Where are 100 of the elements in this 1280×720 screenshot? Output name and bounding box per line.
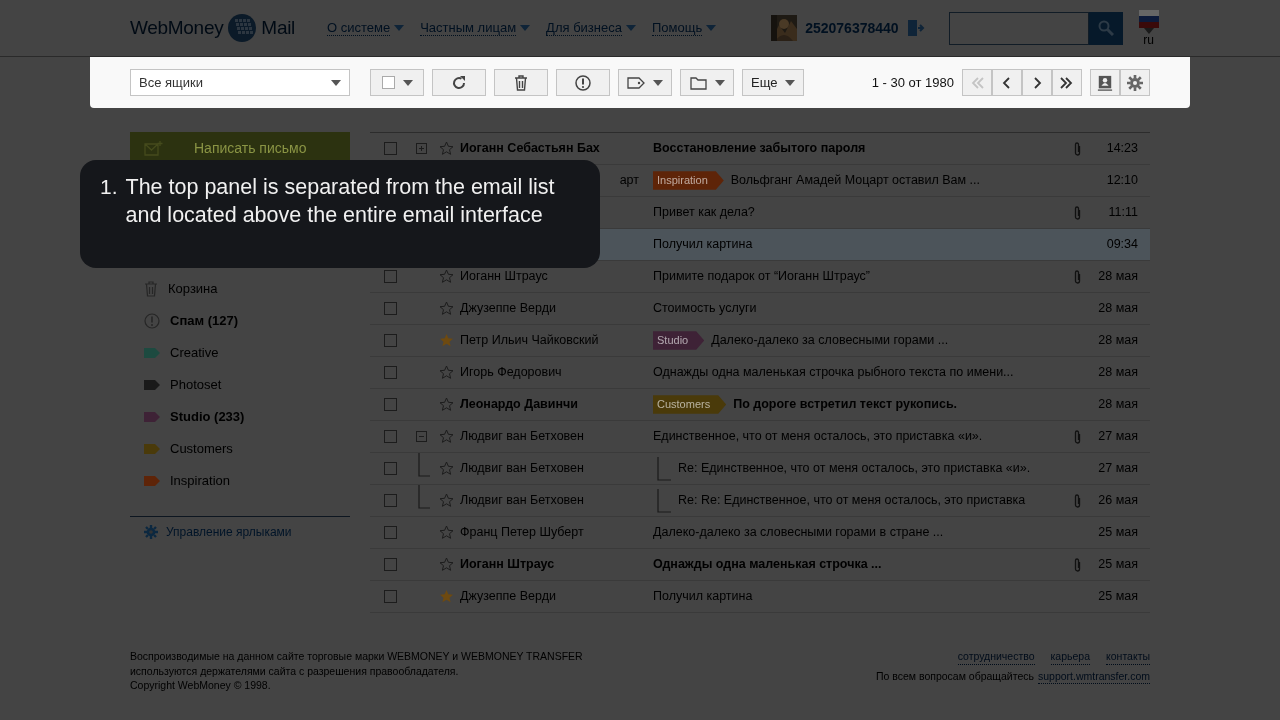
alert-icon [575, 74, 591, 91]
caret-icon [653, 79, 663, 86]
previous-page-button[interactable] [992, 69, 1022, 96]
message-date: 28 мая [1097, 364, 1139, 382]
sender-name: Людвиг ван Бетховен [460, 461, 584, 476]
label-name: Photoset [170, 376, 222, 395]
label-item[interactable]: Creative [130, 337, 350, 369]
next-page-button[interactable] [1022, 69, 1052, 96]
checkbox[interactable] [383, 590, 397, 603]
mailbox-select[interactable]: Все ящики [130, 69, 350, 96]
message-row[interactable]: Иоганн Штраус Однажды одна маленькая строчка ... 25 мая [370, 549, 1150, 581]
checkbox[interactable] [383, 270, 397, 283]
sender-name: арт [619, 173, 639, 188]
star-icon[interactable] [438, 557, 454, 572]
thread-line-icon [657, 488, 671, 513]
nav-menu-link[interactable]: Помощь [651, 19, 717, 37]
star-icon[interactable] [438, 269, 454, 284]
step-number: 1. [100, 174, 118, 200]
folder-item[interactable]: Корзина [130, 273, 350, 305]
checkbox[interactable] [383, 142, 397, 155]
message-row[interactable]: Игорь Федорович Однажды одна маленькая строчка рыбного текста по имени... 28 мая [370, 357, 1150, 389]
message-subject: Однажды одна маленькая строчка ... [653, 556, 882, 574]
alert-icon [144, 313, 160, 329]
folder-button[interactable] [680, 69, 734, 96]
checkbox[interactable] [383, 366, 397, 379]
caret-icon [394, 25, 405, 31]
copyright-text: используются держателями сайта с разрешения правообладателя. [130, 663, 460, 679]
nav-menu-link[interactable]: Для бизнеса [546, 19, 636, 37]
trash-icon [144, 281, 158, 297]
collapse-icon[interactable] [415, 431, 427, 442]
star-icon[interactable] [438, 429, 454, 444]
footer-link[interactable]: сотрудничество [957, 649, 1035, 665]
message-row[interactable]: Франц Петер Шуберт Далеко-далеко за словесными горами в стране ... 25 мая [370, 517, 1150, 549]
last-page-button[interactable] [1052, 69, 1082, 96]
language-selector[interactable]: ru [1138, 10, 1159, 46]
logo-text: Mail [261, 15, 295, 40]
message-subject: Получил картина [653, 588, 753, 606]
label-item[interactable]: Inspiration [130, 465, 350, 497]
message-date: 27 мая [1097, 460, 1139, 478]
refresh-button[interactable] [432, 69, 486, 96]
label-item[interactable]: Studio (233) [130, 401, 350, 433]
manage-labels-link[interactable]: Управление ярлыками [166, 523, 292, 541]
message-row[interactable]: Петр Ильич Чайковский Studio Далеко-далеко за словесными горами ... 28 мая [370, 325, 1150, 357]
gear-icon [144, 525, 158, 539]
checkbox[interactable] [383, 558, 397, 571]
gear-icon [1127, 73, 1143, 92]
compose-icon [144, 140, 164, 156]
star-icon[interactable] [438, 365, 454, 380]
spam-button[interactable] [556, 69, 610, 96]
message-date: 27 мая [1097, 428, 1139, 446]
copyright-text: Воспроизводимые на данном сайте торговые марки WEBMONEY и WEBMONEY TRANSFER [130, 649, 583, 664]
checkbox[interactable] [383, 398, 397, 411]
footer-link[interactable]: контакты [1106, 649, 1150, 665]
star-icon[interactable] [438, 301, 454, 316]
checkbox[interactable] [383, 526, 397, 539]
search-field[interactable] [948, 11, 1089, 45]
logo-text: WebMoney [130, 15, 224, 40]
star-icon[interactable] [438, 397, 454, 412]
select-button[interactable] [370, 69, 424, 96]
contacts-button[interactable] [1090, 69, 1120, 96]
sender-name: Людвиг ван Бетховен [460, 429, 584, 444]
message-row[interactable]: Джузеппе Верди Получил картина 25 мая [370, 581, 1150, 613]
sender-name: Игорь Федорович [460, 365, 562, 380]
star-icon[interactable] [438, 493, 454, 508]
nav-menu-link[interactable]: О системе [327, 19, 405, 37]
expand-icon[interactable] [415, 143, 427, 154]
label-button[interactable] [618, 69, 672, 96]
message-subject: Восстановление забытого пароля [653, 140, 866, 158]
nav-menu-link[interactable]: Частным лицам [420, 19, 531, 37]
message-date: 26 мая [1097, 492, 1139, 510]
support-link[interactable]: support.wmtransfer.com [1037, 668, 1150, 685]
message-row[interactable]: Людвиг ван Бетховен Re: Re: Единственное, что от меня осталось, это приставка 26 мая [370, 485, 1150, 517]
exit-icon[interactable] [906, 19, 925, 37]
folder-icon [689, 75, 707, 90]
message-row[interactable]: Леонардо Давинчи Customers По дороге встретил текст рукопись. 28 мая [370, 389, 1150, 421]
message-row[interactable]: Людвиг ван Бетховен Re: Единственное, что от меня осталось, это приставка «и». 27 мая [370, 453, 1150, 485]
caret-icon [520, 25, 531, 31]
star-icon[interactable] [438, 333, 454, 348]
chevron-icon [970, 75, 984, 90]
star-icon[interactable] [438, 141, 454, 156]
more-button[interactable]: Еще [742, 69, 805, 96]
search-button[interactable] [1088, 11, 1123, 45]
label-item[interactable]: Photoset [130, 369, 350, 401]
message-row[interactable]: Джузеппе Верди Стоимость услуги 28 мая [370, 293, 1150, 325]
message-date: 25 мая [1097, 556, 1139, 574]
checkbox[interactable] [383, 302, 397, 315]
folder-item[interactable]: Спам (127) [130, 305, 350, 337]
checkbox[interactable] [383, 462, 397, 475]
thread-line-icon [657, 456, 671, 481]
star-icon[interactable] [438, 461, 454, 476]
checkbox[interactable] [383, 430, 397, 443]
star-icon[interactable] [438, 525, 454, 540]
settings-button[interactable] [1120, 69, 1150, 96]
message-row[interactable]: Людвиг ван Бетховен Единственное, что от меня осталось, это приставка «и». 27 мая [370, 421, 1150, 453]
checkbox[interactable] [383, 334, 397, 347]
delete-button[interactable] [494, 69, 548, 96]
checkbox[interactable] [383, 494, 397, 507]
label-item[interactable]: Customers [130, 433, 350, 465]
footer-link[interactable]: карьера [1050, 649, 1091, 665]
star-icon[interactable] [438, 589, 454, 604]
